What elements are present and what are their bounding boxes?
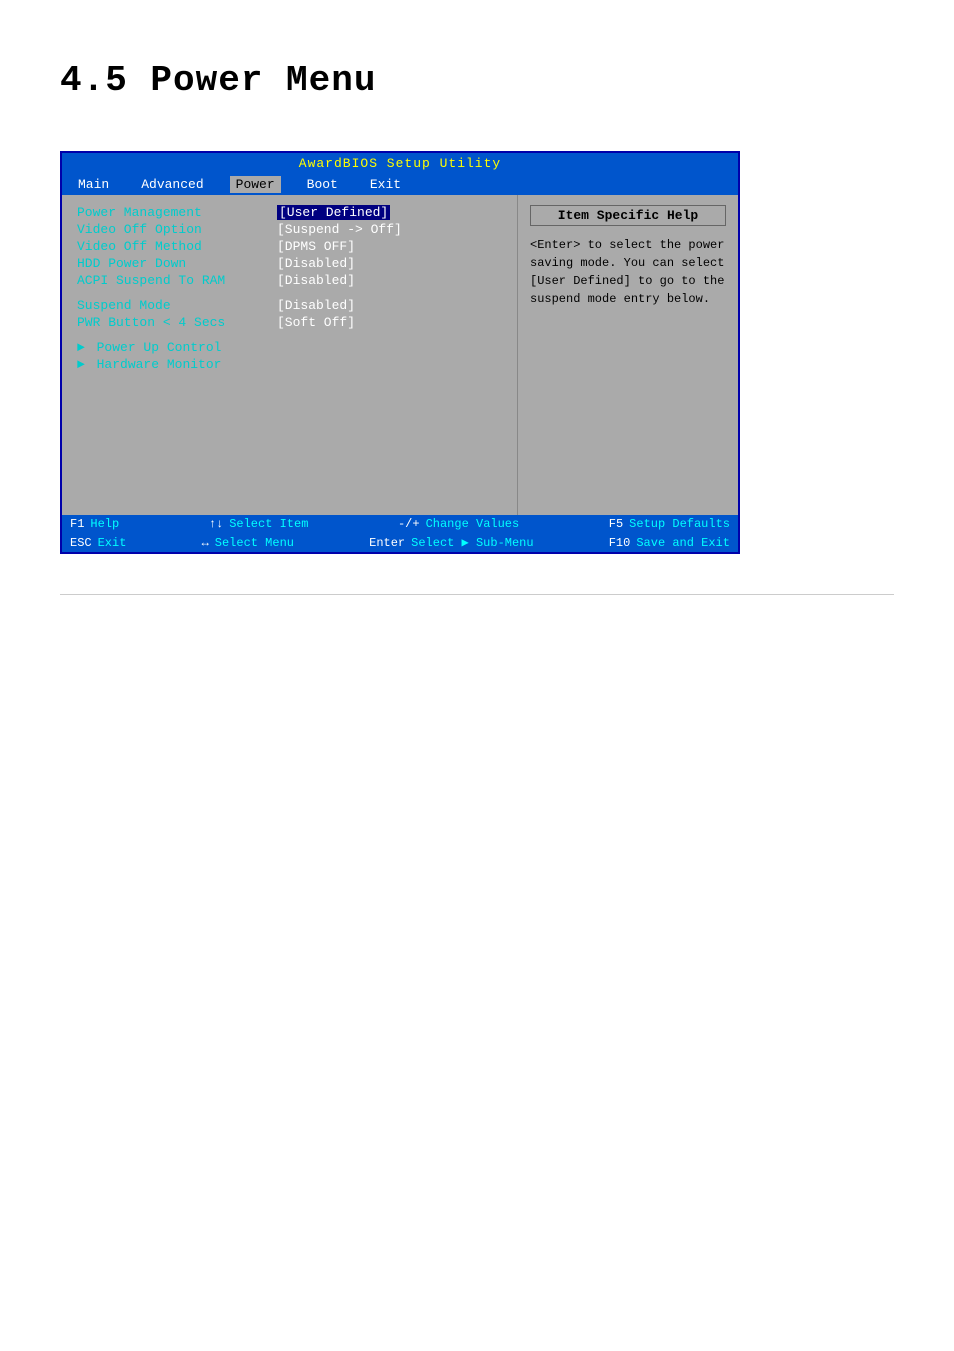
setting-label-video-off-option: Video Off Option xyxy=(77,222,277,237)
table-row[interactable]: HDD Power Down [Disabled] xyxy=(77,256,502,271)
footer-desc-f1: Help xyxy=(90,517,119,531)
footer-key-enter: Enter xyxy=(369,536,405,550)
setting-label-acpi-suspend: ACPI Suspend To RAM xyxy=(77,273,277,288)
menu-item-advanced[interactable]: Advanced xyxy=(135,176,209,193)
table-row[interactable]: PWR Button < 4 Secs [Soft Off] xyxy=(77,315,502,330)
menu-item-main[interactable]: Main xyxy=(72,176,115,193)
footer-esc: ESC Exit xyxy=(70,535,126,550)
footer-key-f10: F10 xyxy=(609,536,631,550)
submenu-power-up-control[interactable]: ► Power Up Control xyxy=(77,340,502,355)
table-row[interactable]: Power Management [User Defined] xyxy=(77,205,502,220)
setting-label-pwr-button: PWR Button < 4 Secs xyxy=(77,315,277,330)
table-row[interactable]: ACPI Suspend To RAM [Disabled] xyxy=(77,273,502,288)
setting-value-hdd-power-down: [Disabled] xyxy=(277,256,355,271)
setting-value-pwr-button: [Soft Off] xyxy=(277,315,355,330)
help-title: Item Specific Help xyxy=(530,205,726,226)
footer-desc-enter: Select ▶ Sub-Menu xyxy=(411,535,533,550)
footer-key-f5: F5 xyxy=(609,517,623,531)
bios-menu-bar[interactable]: Main Advanced Power Boot Exit xyxy=(62,174,738,195)
footer-key-f1: F1 xyxy=(70,517,84,531)
menu-item-exit[interactable]: Exit xyxy=(364,176,407,193)
footer-f10: F10 Save and Exit xyxy=(609,535,730,550)
footer-key-change: -/+ xyxy=(398,517,420,531)
footer-desc-arrows: Select Item xyxy=(229,517,308,531)
footer-key-select-menu: ↔ xyxy=(202,536,209,550)
setting-value-power-management: [User Defined] xyxy=(277,205,390,220)
setting-label-suspend-mode: Suspend Mode xyxy=(77,298,277,313)
setting-label-hdd-power-down: HDD Power Down xyxy=(77,256,277,271)
submenu-label-power-up: Power Up Control xyxy=(97,340,222,355)
footer-change: -/+ Change Values xyxy=(398,517,519,531)
footer-desc-select-menu: Select Menu xyxy=(215,536,294,550)
page-divider xyxy=(60,594,894,595)
setting-label-power-management: Power Management xyxy=(77,205,277,220)
setting-value-video-off-option: [Suspend -> Off] xyxy=(277,222,402,237)
bios-title-bar: AwardBIOS Setup Utility xyxy=(62,153,738,174)
submenu-arrow-icon: ► xyxy=(77,357,85,372)
footer-desc-change: Change Values xyxy=(426,517,520,531)
footer-enter: Enter Select ▶ Sub-Menu xyxy=(369,535,533,550)
footer-desc-esc: Exit xyxy=(98,536,127,550)
setting-value-video-off-method: [DPMS OFF] xyxy=(277,239,355,254)
setting-value-suspend-mode: [Disabled] xyxy=(277,298,355,313)
menu-item-boot[interactable]: Boot xyxy=(301,176,344,193)
table-row[interactable]: Video Off Method [DPMS OFF] xyxy=(77,239,502,254)
setting-label-video-off-method: Video Off Method xyxy=(77,239,277,254)
submenu-arrow-icon: ► xyxy=(77,340,85,355)
bios-help-panel: Item Specific Help <Enter> to select the… xyxy=(518,195,738,515)
footer-desc-f10: Save and Exit xyxy=(636,536,730,550)
help-text: <Enter> to select the power saving mode.… xyxy=(530,236,726,308)
setting-value-acpi-suspend: [Disabled] xyxy=(277,273,355,288)
bios-footer-row1: F1 Help ↑↓ Select Item -/+ Change Values… xyxy=(62,515,738,533)
submenu-hardware-monitor[interactable]: ► Hardware Monitor xyxy=(77,357,502,372)
bios-settings-panel: Power Management [User Defined] Video Of… xyxy=(62,195,518,515)
bios-body: Power Management [User Defined] Video Of… xyxy=(62,195,738,515)
footer-f1: F1 Help xyxy=(70,517,119,531)
footer-select-menu: ↔ Select Menu xyxy=(202,535,294,550)
bios-screen: AwardBIOS Setup Utility Main Advanced Po… xyxy=(60,151,740,554)
bios-footer-row2: ESC Exit ↔ Select Menu Enter Select ▶ Su… xyxy=(62,533,738,552)
table-row[interactable]: Video Off Option [Suspend -> Off] xyxy=(77,222,502,237)
page-title: 4.5 Power Menu xyxy=(0,0,954,131)
footer-desc-f5: Setup Defaults xyxy=(629,517,730,531)
footer-key-arrows: ↑↓ xyxy=(209,517,223,531)
footer-f5: F5 Setup Defaults xyxy=(609,517,730,531)
footer-key-esc: ESC xyxy=(70,536,92,550)
table-row[interactable]: Suspend Mode [Disabled] xyxy=(77,298,502,313)
footer-arrows: ↑↓ Select Item xyxy=(209,517,309,531)
submenu-label-hardware-monitor: Hardware Monitor xyxy=(97,357,222,372)
menu-item-power[interactable]: Power xyxy=(230,176,281,193)
